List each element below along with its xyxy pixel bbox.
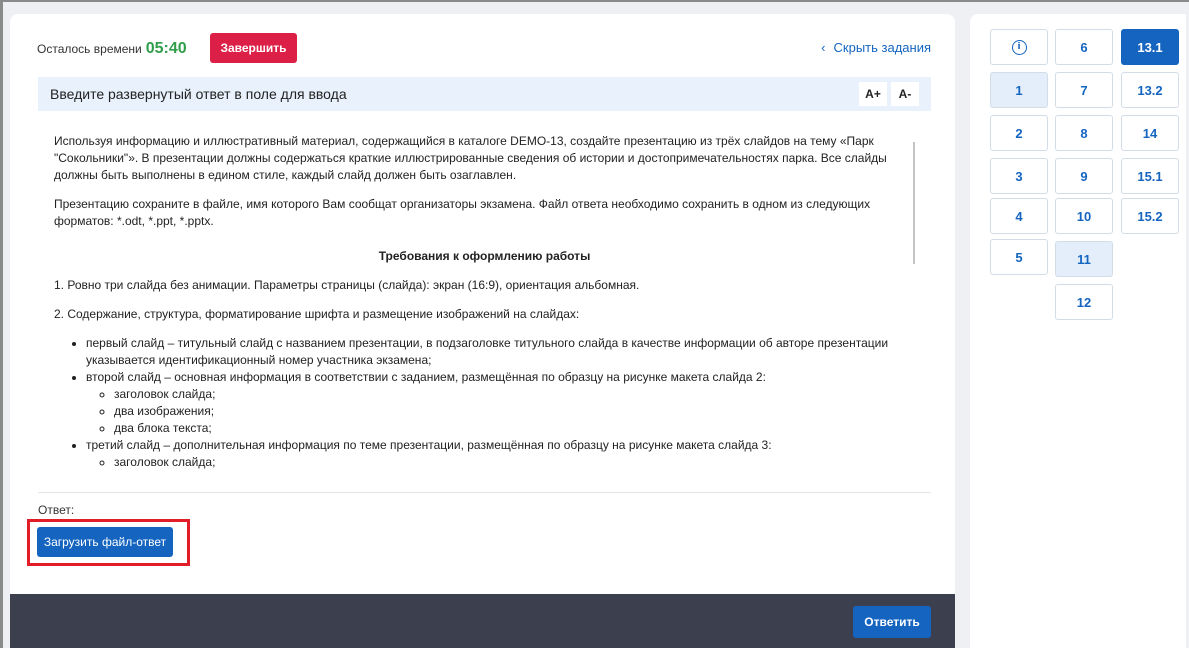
- slide-2-subitem: два изображения;: [114, 403, 931, 420]
- slide-2-subitem: два блока текста;: [114, 420, 931, 437]
- nav-question-button[interactable]: 4: [990, 198, 1048, 234]
- slide-1-item: первый слайд – титульный слайд с названи…: [86, 335, 906, 369]
- slide-3-text: третий слайд – дополнительная информация…: [86, 438, 772, 452]
- nav-question-button[interactable]: 15.2: [1121, 198, 1179, 234]
- font-size-controls: A+ A-: [859, 82, 919, 106]
- submit-answer-button[interactable]: Ответить: [853, 606, 931, 638]
- nav-question-button[interactable]: 13.2: [1121, 72, 1179, 108]
- requirement-1: 1. Ровно три слайда без анимации. Параме…: [54, 278, 640, 292]
- nav-question-button[interactable]: 2: [990, 115, 1048, 151]
- text-scrollbar[interactable]: [913, 142, 915, 264]
- requirement-2: 2. Содержание, структура, форматирование…: [54, 307, 580, 321]
- nav-question-button[interactable]: 1: [990, 72, 1048, 108]
- font-increase-button[interactable]: A+: [859, 82, 887, 106]
- instruction-text: Введите развернутый ответ в поле для вво…: [50, 86, 347, 102]
- task-paragraph-2: Презентацию сохраните в файле, имя котор…: [54, 197, 871, 228]
- finish-button[interactable]: Завершить: [210, 33, 297, 63]
- nav-question-button[interactable]: 14: [1121, 115, 1179, 151]
- question-navigator: i 1 2 3 4 5 6 7 8 9 10 11 12 13.1 13.2 1…: [970, 14, 1186, 648]
- nav-question-button[interactable]: 8: [1055, 115, 1113, 151]
- nav-question-button[interactable]: 12: [1055, 284, 1113, 320]
- nav-question-button[interactable]: 3: [990, 158, 1048, 194]
- nav-question-button[interactable]: 11: [1055, 241, 1113, 277]
- task-panel: Осталось времени 05:40 Завершить ‹ Скрыт…: [10, 14, 955, 648]
- info-icon: i: [1011, 39, 1027, 55]
- nav-question-button[interactable]: 5: [990, 239, 1048, 275]
- slide-2-subitem: заголовок слайда;: [114, 386, 931, 403]
- slide-3-item: третий слайд – дополнительная информация…: [86, 437, 906, 471]
- divider: [38, 492, 931, 493]
- font-decrease-button[interactable]: A-: [891, 82, 919, 106]
- hide-tasks-link[interactable]: ‹ Скрыть задания: [821, 40, 931, 55]
- instruction-bar: Введите развернутый ответ в поле для вво…: [38, 77, 931, 111]
- nav-info-button[interactable]: i: [990, 29, 1048, 65]
- footer-bar: Ответить: [10, 594, 955, 648]
- slide-2-text: второй слайд – основная информация в соо…: [86, 370, 766, 384]
- slide-2-item: второй слайд – основная информация в соо…: [86, 369, 906, 437]
- requirements-heading: Требования к оформлению работы: [378, 249, 591, 263]
- timer-label: Осталось времени: [37, 42, 142, 56]
- answer-label: Ответ:: [38, 503, 75, 517]
- slide-3-sublist: заголовок слайда;: [86, 454, 906, 471]
- nav-question-button-active[interactable]: 13.1: [1121, 29, 1179, 65]
- task-paragraph-1: Используя информацию и иллюстративный ма…: [54, 134, 887, 182]
- timer: Осталось времени 05:40: [37, 40, 187, 58]
- task-text: Используя информацию и иллюстративный ма…: [38, 121, 931, 491]
- nav-question-button[interactable]: 7: [1055, 72, 1113, 108]
- nav-question-button[interactable]: 6: [1055, 29, 1113, 65]
- hide-tasks-label: Скрыть задания: [833, 40, 931, 55]
- chevron-left-icon: ‹: [821, 40, 826, 55]
- slide-2-sublist: заголовок слайда; два изображения; два б…: [86, 386, 906, 437]
- upload-answer-button[interactable]: Загрузить файл-ответ: [37, 527, 173, 557]
- timer-value: 05:40: [145, 40, 187, 57]
- slide-list: первый слайд – титульный слайд с названи…: [54, 335, 915, 471]
- nav-question-button[interactable]: 10: [1055, 198, 1113, 234]
- nav-question-button[interactable]: 9: [1055, 158, 1113, 194]
- nav-question-button[interactable]: 15.1: [1121, 158, 1179, 194]
- slide-3-subitem: заголовок слайда;: [114, 454, 931, 471]
